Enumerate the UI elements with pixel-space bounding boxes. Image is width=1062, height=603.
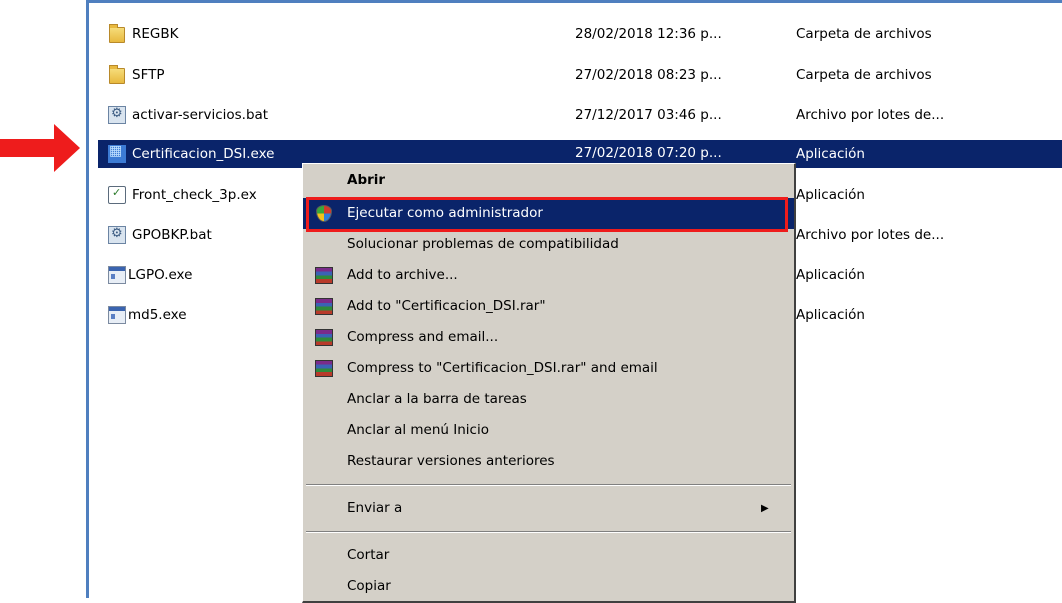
winrar-icon (315, 267, 333, 284)
menu-item-anclar-menu-inicio[interactable]: Anclar al menú Inicio (303, 415, 794, 446)
checklist-app-icon (108, 186, 126, 204)
file-name: GPOBKP.bat (132, 227, 212, 243)
menu-item-compress-to-rar-and-email[interactable]: Compress to "Certificacion_DSI.rar" and … (303, 353, 794, 384)
file-name: Certificacion_DSI.exe (132, 146, 275, 162)
menu-item-label: Add to "Certificacion_DSI.rar" (347, 298, 546, 314)
file-date: 28/02/2018 12:36 p... (575, 26, 722, 42)
menu-item-label: Anclar al menú Inicio (347, 422, 489, 438)
menu-item-label: Enviar a (347, 500, 403, 516)
file-type: Archivo por lotes de... (796, 227, 945, 243)
menu-item-label: Abrir (347, 172, 386, 188)
winrar-icon (315, 329, 333, 346)
file-name: md5.exe (128, 307, 187, 323)
menu-item-label: Cortar (347, 547, 390, 563)
window-frame-top (86, 0, 1062, 3)
application-icon (108, 143, 126, 163)
batch-file-icon (108, 106, 126, 124)
file-type: Aplicación (796, 267, 865, 283)
folder-icon (109, 24, 125, 43)
file-type: Carpeta de archivos (796, 67, 932, 83)
menu-item-restaurar-versiones[interactable]: Restaurar versiones anteriores (303, 446, 794, 477)
file-row-activar-servicios[interactable]: activar-servicios.bat 27/12/2017 03:46 p… (98, 101, 1062, 129)
menu-item-enviar-a[interactable]: Enviar a ▶ (303, 493, 794, 524)
menu-item-label: Solucionar problemas de compatibilidad (347, 236, 619, 252)
menu-item-anclar-barra-tareas[interactable]: Anclar a la barra de tareas (303, 384, 794, 415)
menu-item-add-to-rar[interactable]: Add to "Certificacion_DSI.rar" (303, 291, 794, 322)
file-row-regbk[interactable]: REGBK 28/02/2018 12:36 p... Carpeta de a… (98, 20, 1062, 48)
window-frame-left (86, 0, 89, 598)
file-type: Carpeta de archivos (796, 26, 932, 42)
folder-icon (109, 65, 125, 84)
menu-item-label: Compress and email... (347, 329, 499, 345)
menu-separator (306, 484, 791, 486)
file-date: 27/12/2017 03:46 p... (575, 107, 722, 123)
file-type: Archivo por lotes de... (796, 107, 945, 123)
application-icon (108, 266, 126, 284)
menu-item-add-to-archive[interactable]: Add to archive... (303, 260, 794, 291)
batch-file-icon (108, 226, 126, 244)
winrar-icon (315, 360, 333, 377)
menu-item-compress-and-email[interactable]: Compress and email... (303, 322, 794, 353)
menu-item-solucionar-compatibilidad[interactable]: Solucionar problemas de compatibilidad (303, 229, 794, 260)
file-date: 27/02/2018 08:23 p... (575, 67, 722, 83)
menu-separator (306, 531, 791, 533)
red-highlight-annotation (306, 197, 788, 232)
menu-item-abrir[interactable]: Abrir (303, 165, 794, 196)
file-name: LGPO.exe (128, 267, 193, 283)
red-arrow-annotation-icon (0, 124, 80, 172)
menu-item-label: Add to archive... (347, 267, 458, 283)
application-icon (108, 306, 126, 324)
menu-item-label: Copiar (347, 578, 391, 594)
file-row-sftp[interactable]: SFTP 27/02/2018 08:23 p... Carpeta de ar… (98, 61, 1062, 89)
file-name: Front_check_3p.ex (132, 187, 257, 203)
file-type: Aplicación (796, 187, 865, 203)
winrar-icon (315, 298, 333, 315)
menu-item-label: Anclar a la barra de tareas (347, 391, 527, 407)
file-name: SFTP (132, 67, 165, 83)
file-name: REGBK (132, 26, 179, 42)
file-type: Aplicación (796, 307, 865, 323)
menu-item-label: Compress to "Certificacion_DSI.rar" and … (347, 360, 658, 376)
menu-item-copiar[interactable]: Copiar (303, 571, 794, 602)
menu-item-label: Restaurar versiones anteriores (347, 453, 555, 469)
file-name: activar-servicios.bat (132, 107, 269, 123)
file-type: Aplicación (796, 146, 865, 162)
menu-item-cortar[interactable]: Cortar (303, 540, 794, 571)
submenu-arrow-icon: ▶ (761, 503, 769, 514)
